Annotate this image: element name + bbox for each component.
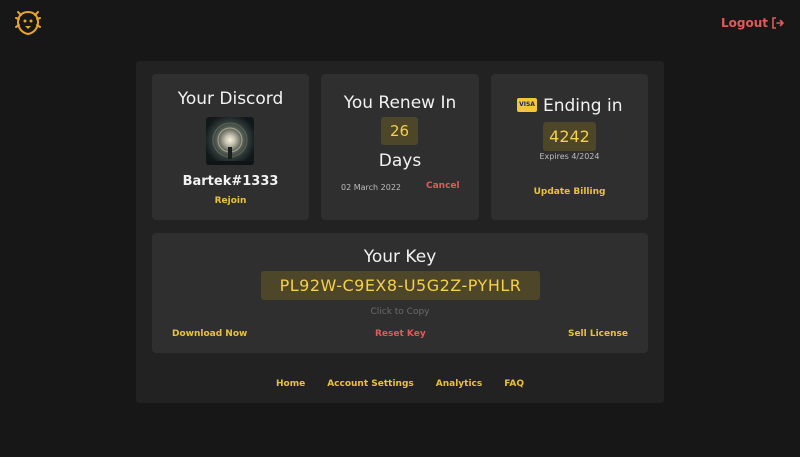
card-last-four: 4242 (543, 122, 596, 151)
sell-license-link[interactable]: Sell License (568, 329, 628, 339)
billing-card: VISA Ending in 4242 Expires 4/2024 Updat… (491, 74, 648, 220)
license-key-value[interactable]: PL92W-C9EX8-U5G2Z-PYHLR (261, 271, 540, 300)
nav-home-link[interactable]: Home (276, 379, 305, 389)
rejoin-link[interactable]: Rejoin (152, 196, 309, 206)
discord-title: Your Discord (177, 89, 284, 109)
nav-analytics-link[interactable]: Analytics (436, 379, 482, 389)
footer-nav: Home Account Settings Analytics FAQ (136, 379, 664, 389)
card-expiry: Expires 4/2024 (539, 152, 600, 161)
avatar (206, 117, 254, 165)
discord-username: Bartek#1333 (182, 174, 279, 189)
nav-account-settings-link[interactable]: Account Settings (327, 379, 414, 389)
download-now-link[interactable]: Download Now (172, 329, 247, 339)
lion-logo-icon[interactable] (14, 9, 42, 37)
discord-card: Your Discord Bartek#1333 Rejoin (152, 74, 309, 220)
logout-icon (772, 17, 784, 29)
copy-hint: Click to Copy (370, 307, 430, 317)
nav-faq-link[interactable]: FAQ (504, 379, 524, 389)
logout-label: Logout (720, 16, 768, 30)
renew-card: You Renew In 26 Days 02 March 2022 Cance… (321, 74, 479, 220)
logout-link[interactable]: Logout (721, 16, 784, 30)
update-billing-link[interactable]: Update Billing (491, 187, 648, 197)
renew-title: You Renew In (343, 93, 457, 113)
dashboard-panel: Your Discord Bartek#1333 Rejoin You Rene… (136, 61, 664, 403)
renew-date: 02 March 2022 (341, 183, 402, 192)
visa-card-icon: VISA (517, 98, 537, 112)
ending-title: Ending in (543, 96, 623, 116)
reset-key-link[interactable]: Reset Key (375, 329, 426, 339)
renew-days-count: 26 (381, 117, 418, 145)
cancel-link[interactable]: Cancel (426, 181, 460, 191)
license-key-card: Your Key PL92W-C9EX8-U5G2Z-PYHLR Click t… (152, 233, 648, 353)
key-title: Your Key (363, 247, 437, 267)
renew-days-label: Days (378, 151, 422, 171)
